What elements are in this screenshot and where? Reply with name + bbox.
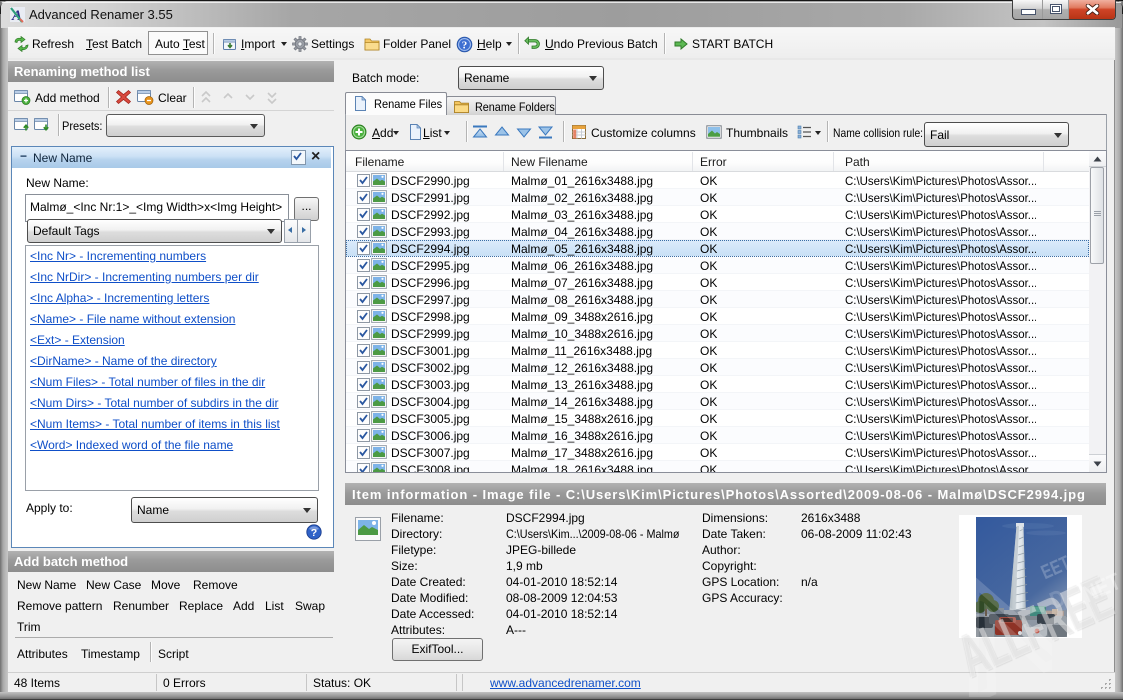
svg-text:?: ? (311, 527, 317, 539)
svg-text:?: ? (462, 40, 468, 52)
